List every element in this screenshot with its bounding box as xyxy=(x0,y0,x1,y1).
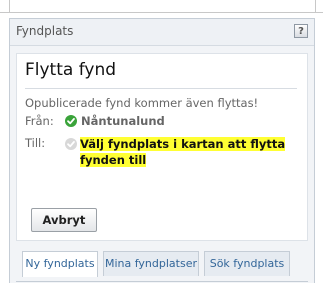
help-icon[interactable]: ? xyxy=(294,24,308,38)
card-title: Flytta fynd xyxy=(25,60,117,80)
tab-bar: Ny fyndplats Mina fyndplatser Sök fyndpl… xyxy=(16,251,308,282)
pending-circle-icon xyxy=(65,138,77,150)
panel-title: Fyndplats xyxy=(16,24,74,38)
previous-panel-edge xyxy=(0,0,323,13)
to-value: Välj fyndplats i kartan att flytta fynde… xyxy=(80,136,302,168)
to-label: Till: xyxy=(25,136,46,150)
panel-edge-right xyxy=(315,0,316,12)
panel-header: Fyndplats ? xyxy=(10,19,314,46)
move-finding-card: Flytta fynd Opublicerade fynd kommer äve… xyxy=(16,53,308,241)
cancel-button[interactable]: Avbryt xyxy=(31,208,97,232)
from-value: Nåntunalund xyxy=(81,114,165,128)
panel-edge-left xyxy=(9,0,10,12)
info-message: Opublicerade fynd kommer även flyttas! xyxy=(25,96,259,110)
tab-sok-fyndplats[interactable]: Sök fyndplats xyxy=(204,251,290,276)
from-label: Från: xyxy=(25,114,54,128)
check-circle-icon xyxy=(65,115,77,127)
fyndplats-panel: Fyndplats ? Flytta fynd Opublicerade fyn… xyxy=(9,18,315,283)
tab-ny-fyndplats[interactable]: Ny fyndplats xyxy=(22,251,98,277)
card-divider xyxy=(25,88,297,89)
to-value-text: Välj fyndplats i kartan att flytta fynde… xyxy=(80,137,286,167)
tab-mina-fyndplatser[interactable]: Mina fyndplatser xyxy=(103,251,199,276)
